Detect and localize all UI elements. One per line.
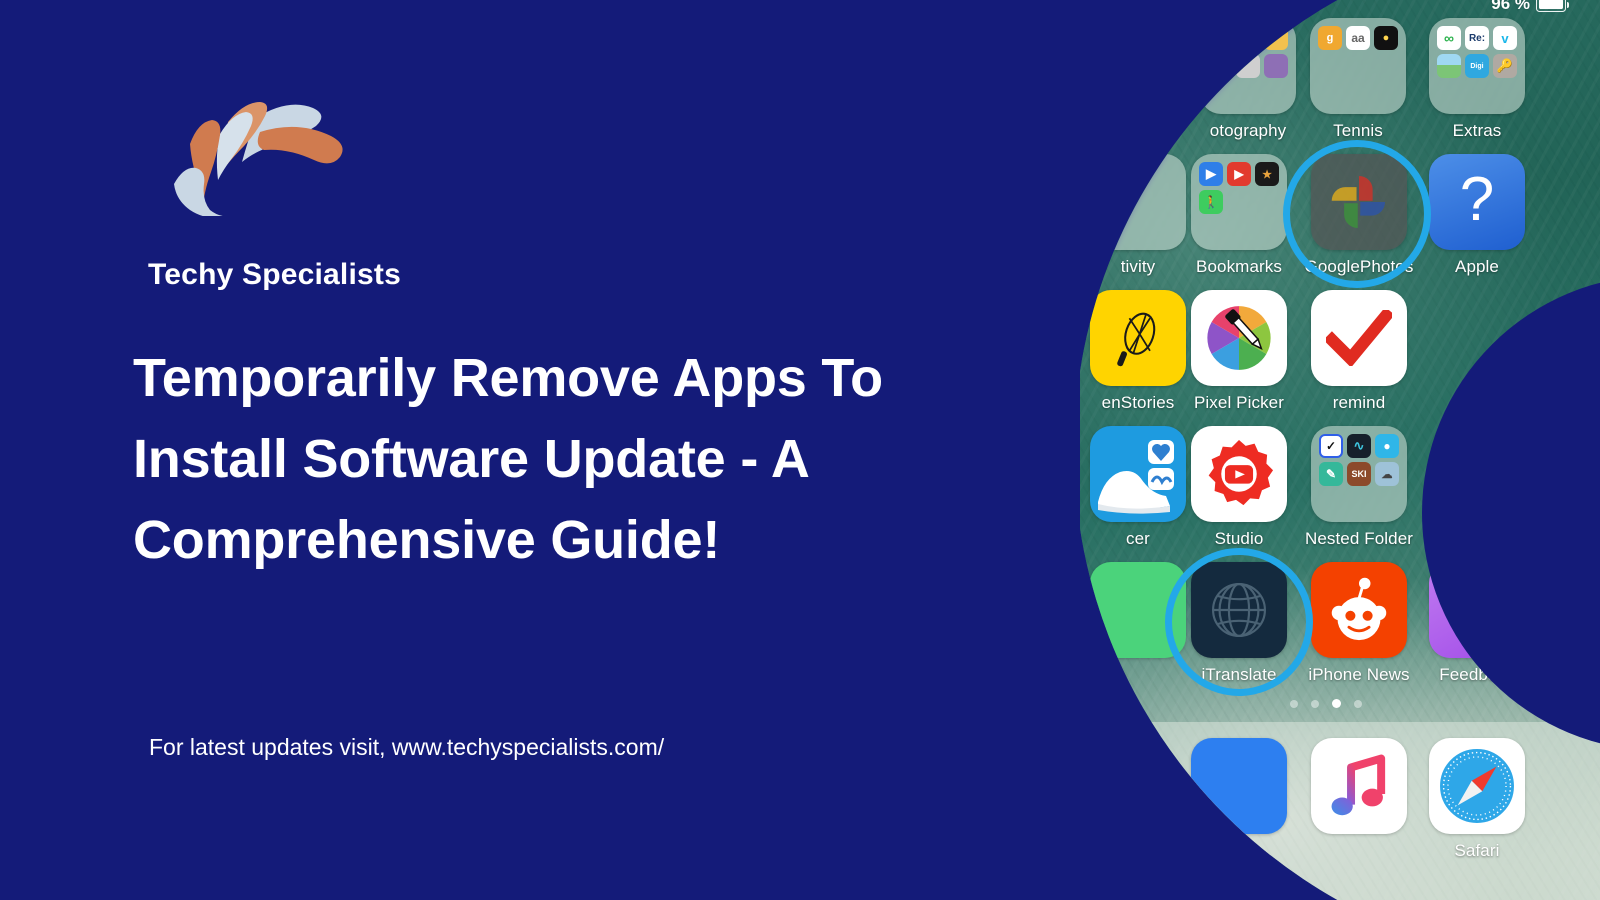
app-cell[interactable]: otography — [1188, 18, 1308, 141]
app-label: remind — [1332, 393, 1386, 412]
app-label: Studio — [1214, 529, 1264, 548]
question-mark-icon[interactable]: ? — [1429, 154, 1525, 250]
youtube-studio-gear-icon[interactable] — [1191, 426, 1287, 522]
reddit-alien-glyph — [1331, 577, 1387, 641]
globe-icon[interactable] — [1191, 562, 1287, 658]
app-label: Apple — [1455, 257, 1499, 276]
extras-folder-icon[interactable]: ∞ Re: v Digi 🔑 — [1429, 18, 1525, 114]
whisk-glyph — [1117, 312, 1156, 367]
phone-screenshot-art: 96 % otography g aa ● Tennis ∞ Re: v Dig… — [1080, 0, 1600, 900]
app-label: Tennis — [1333, 121, 1383, 140]
app-label: otography — [1209, 121, 1287, 140]
page-dot[interactable] — [1354, 699, 1362, 708]
checkmark-glyph — [1326, 310, 1392, 366]
swirl-petals-logo — [168, 88, 358, 218]
tennis-folder-icon[interactable]: g aa ● — [1310, 18, 1406, 114]
bookmarks-folder-icon[interactable]: ▶ ▶ ★ 🚶 — [1191, 154, 1287, 250]
google-photos-pinwheel-icon — [1331, 175, 1386, 229]
pixel-picker-glyph — [1207, 306, 1271, 370]
app-label: Pixel Picker — [1193, 393, 1284, 412]
battery-icon — [1536, 0, 1569, 12]
blue-app-icon[interactable] — [1191, 738, 1287, 834]
app-label: iPhone News — [1308, 665, 1410, 684]
dock-cell[interactable] — [1299, 738, 1419, 834]
studio-gear-glyph — [1208, 439, 1274, 506]
safari-compass-icon[interactable] — [1429, 738, 1525, 834]
google-photos-icon[interactable] — [1311, 154, 1407, 250]
app-cell[interactable]: Studio — [1179, 426, 1299, 549]
brand-name: Techy Specialists — [148, 258, 401, 291]
app-label: Nested Folder — [1304, 529, 1414, 548]
app-label: Bookmarks — [1196, 257, 1282, 276]
color-wheel-eyedropper-icon[interactable] — [1191, 290, 1287, 386]
app-cell[interactable]: GooglePhotos — [1299, 154, 1419, 277]
app-cell[interactable]: iTranslate — [1179, 562, 1299, 685]
whisk-icon[interactable] — [1090, 290, 1186, 386]
activity-folder-icon[interactable] — [1090, 154, 1186, 250]
content-panel: Techy Specialists Temporarily Remove App… — [0, 0, 1100, 900]
page-title: Temporarily Remove Apps To Install Softw… — [133, 348, 883, 570]
red-checkmark-icon[interactable] — [1311, 290, 1407, 386]
page-dot-active[interactable] — [1332, 699, 1341, 708]
app-cell[interactable]: ✓ ∿ ● ✎ SKI ☁ Nested Folder — [1299, 426, 1419, 549]
app-label: Safari — [1454, 841, 1500, 860]
dock-cell[interactable] — [1179, 738, 1299, 834]
app-cell[interactable]: ? Apple — [1417, 154, 1537, 277]
safari-compass-glyph — [1438, 747, 1516, 825]
app-label: GooglePhotos — [1304, 257, 1414, 276]
itranslate-globe-glyph — [1212, 583, 1266, 637]
battery-percent-label: 96 % — [1491, 0, 1530, 13]
app-cell[interactable]: remind — [1299, 290, 1419, 413]
dock-cell[interactable]: Safari — [1417, 738, 1537, 861]
nested-folder-icon[interactable]: ✓ ∿ ● ✎ SKI ☁ — [1311, 426, 1407, 522]
app-label: Extras — [1452, 121, 1502, 140]
footer-url-text: For latest updates visit, www.techyspeci… — [149, 734, 665, 760]
page-dot[interactable] — [1290, 699, 1298, 708]
photography-folder-icon[interactable] — [1200, 18, 1296, 114]
music-note-glyph — [1331, 754, 1386, 816]
app-label: iTranslate — [1201, 665, 1277, 684]
app-cell[interactable]: g aa ● Tennis — [1298, 18, 1418, 141]
sneaker-glyph — [1098, 440, 1174, 514]
page-dots[interactable] — [1290, 699, 1362, 708]
app-cell[interactable]: iPhone News — [1299, 562, 1419, 685]
app-cell[interactable]: ▶ ▶ ★ 🚶 Bookmarks — [1179, 154, 1299, 277]
status-bar: 96 % — [1491, 0, 1569, 14]
logo-svg — [174, 102, 343, 218]
app-cell[interactable]: ∞ Re: v Digi 🔑 Extras — [1417, 18, 1537, 141]
green-app-icon[interactable] — [1090, 562, 1186, 658]
page-dot[interactable] — [1311, 699, 1319, 708]
sneaker-health-icon[interactable] — [1090, 426, 1186, 522]
app-cell[interactable]: Pixel Picker — [1179, 290, 1299, 413]
music-icon[interactable] — [1311, 738, 1407, 834]
reddit-icon[interactable] — [1311, 562, 1407, 658]
